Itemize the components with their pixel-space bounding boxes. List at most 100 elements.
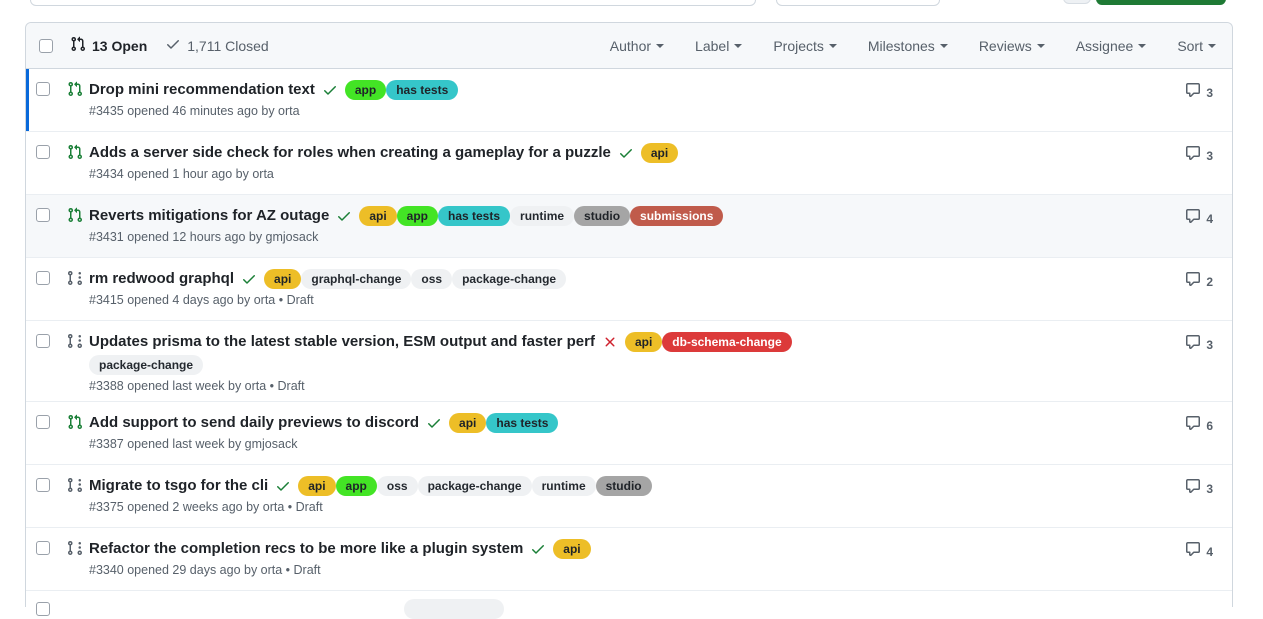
- label-has-tests[interactable]: has tests: [438, 206, 510, 226]
- comment-count[interactable]: 3: [1185, 82, 1222, 103]
- label-api[interactable]: api: [449, 413, 486, 433]
- pr-row[interactable]: Migrate to tsgo for the cli apiapposspac…: [26, 465, 1232, 528]
- comment-count[interactable]: 3: [1185, 334, 1222, 355]
- pull-request-state-icon: [67, 333, 83, 349]
- label-has-tests[interactable]: has tests: [386, 80, 458, 100]
- label-api[interactable]: api: [553, 539, 590, 559]
- label-package-change[interactable]: package-change: [452, 269, 566, 289]
- pr-row[interactable]: Adds a server side check for roles when …: [26, 132, 1232, 195]
- search-input[interactable]: [30, 0, 756, 6]
- pr-title[interactable]: Add support to send daily previews to di…: [89, 412, 419, 433]
- comment-count[interactable]: 2: [1185, 271, 1222, 292]
- label-partial: [404, 599, 504, 619]
- row-checkbox[interactable]: [36, 271, 50, 285]
- pr-title[interactable]: Drop mini recommendation text: [89, 79, 315, 100]
- pr-row[interactable]: Drop mini recommendation text apphas tes…: [26, 69, 1232, 132]
- open-count-label: 13 Open: [92, 38, 147, 54]
- row-checkbox[interactable]: [36, 145, 50, 159]
- pr-row-partial[interactable]: [26, 591, 1232, 607]
- pr-row[interactable]: Refactor the completion recs to be more …: [26, 528, 1232, 591]
- label-group: apiapphas testsruntimestudiosubmissions: [359, 205, 723, 226]
- row-checkbox[interactable]: [36, 208, 50, 222]
- pr-row[interactable]: Add support to send daily previews to di…: [26, 402, 1232, 465]
- label-oss[interactable]: oss: [411, 269, 452, 289]
- label-submissions[interactable]: submissions: [630, 206, 723, 226]
- label-oss[interactable]: oss: [377, 476, 418, 496]
- label-app[interactable]: app: [336, 476, 377, 496]
- pr-title[interactable]: Refactor the completion recs to be more …: [89, 538, 523, 559]
- pull-request-state-icon: [67, 144, 83, 160]
- pr-meta: #3415 opened 4 days ago by orta • Draft: [89, 293, 1185, 307]
- row-checkbox[interactable]: [36, 334, 50, 348]
- label-package-change[interactable]: package-change: [89, 355, 203, 375]
- closed-tab[interactable]: 1,711 Closed: [165, 36, 268, 55]
- check-icon: [426, 415, 442, 431]
- check-icon: [275, 478, 291, 494]
- row-checkbox[interactable]: [36, 541, 50, 555]
- label-group: apiapposspackage-changeruntimestudio: [298, 475, 651, 496]
- check-icon: [165, 36, 181, 55]
- comment-count[interactable]: 6: [1185, 415, 1222, 436]
- comment-count-value: 4: [1206, 545, 1213, 559]
- row-checkbox[interactable]: [36, 82, 50, 96]
- new-pull-request-button[interactable]: [1096, 0, 1226, 5]
- filter-projects[interactable]: Projects: [773, 38, 837, 54]
- label-graphql-change[interactable]: graphql-change: [301, 269, 411, 289]
- labels-milestones-buttons[interactable]: [776, 0, 940, 6]
- label-group: apidb-schema-change: [625, 331, 792, 352]
- comment-icon: [1185, 208, 1201, 229]
- pr-title[interactable]: Reverts mitigations for AZ outage: [89, 205, 329, 226]
- pull-request-state-icon: [67, 207, 83, 223]
- row-checkbox[interactable]: [36, 602, 50, 616]
- filter-reviews[interactable]: Reviews: [979, 38, 1045, 54]
- label-app[interactable]: app: [345, 80, 386, 100]
- pr-row[interactable]: Updates prisma to the latest stable vers…: [26, 321, 1232, 402]
- filter-assignee[interactable]: Assignee: [1076, 38, 1147, 54]
- comment-icon: [1185, 334, 1201, 355]
- comment-count[interactable]: 3: [1185, 145, 1222, 166]
- filter-author[interactable]: Author: [610, 38, 664, 54]
- check-icon: [530, 541, 546, 557]
- pr-title[interactable]: Adds a server side check for roles when …: [89, 142, 611, 163]
- label-db-schema-change[interactable]: db-schema-change: [662, 332, 791, 352]
- chevron-down-icon: [1208, 44, 1216, 52]
- pr-row[interactable]: rm redwood graphql apigraphql-changeossp…: [26, 258, 1232, 321]
- label-has-tests[interactable]: has tests: [486, 413, 558, 433]
- chevron-down-icon: [940, 44, 948, 52]
- label-api[interactable]: api: [641, 143, 678, 163]
- closed-count-label: 1,711 Closed: [187, 38, 268, 54]
- label-runtime[interactable]: runtime: [510, 206, 574, 226]
- comment-count-value: 3: [1206, 482, 1213, 496]
- comment-count[interactable]: 4: [1185, 208, 1222, 229]
- comment-count[interactable]: 4: [1185, 541, 1222, 562]
- comment-count[interactable]: 3: [1185, 478, 1222, 499]
- filter-milestones[interactable]: Milestones: [868, 38, 948, 54]
- label-studio[interactable]: studio: [596, 476, 652, 496]
- comment-count-value: 4: [1206, 212, 1213, 226]
- label-app[interactable]: app: [397, 206, 438, 226]
- comment-icon: [1185, 478, 1201, 499]
- label-api[interactable]: api: [625, 332, 662, 352]
- label-group: apihas tests: [449, 412, 558, 433]
- label-group: apphas tests: [345, 79, 458, 100]
- pr-title[interactable]: Migrate to tsgo for the cli: [89, 475, 268, 496]
- pr-row[interactable]: Reverts mitigations for AZ outage apiapp…: [26, 195, 1232, 258]
- label-api[interactable]: api: [264, 269, 301, 289]
- filter-label[interactable]: Label: [695, 38, 742, 54]
- label-api[interactable]: api: [359, 206, 396, 226]
- comment-count-value: 3: [1206, 338, 1213, 352]
- comment-count-value: 3: [1206, 86, 1213, 100]
- label-package-change[interactable]: package-change: [418, 476, 532, 496]
- pr-title[interactable]: rm redwood graphql: [89, 268, 234, 289]
- label-api[interactable]: api: [298, 476, 335, 496]
- label-runtime[interactable]: runtime: [532, 476, 596, 496]
- select-all-checkbox[interactable]: [39, 39, 53, 53]
- comment-count-value: 2: [1206, 275, 1213, 289]
- label-studio[interactable]: studio: [574, 206, 630, 226]
- filter-sort[interactable]: Sort: [1177, 38, 1216, 54]
- row-checkbox[interactable]: [36, 415, 50, 429]
- counter-badge: [1063, 0, 1091, 4]
- pr-title[interactable]: Updates prisma to the latest stable vers…: [89, 331, 595, 352]
- open-tab[interactable]: 13 Open: [70, 36, 147, 55]
- row-checkbox[interactable]: [36, 478, 50, 492]
